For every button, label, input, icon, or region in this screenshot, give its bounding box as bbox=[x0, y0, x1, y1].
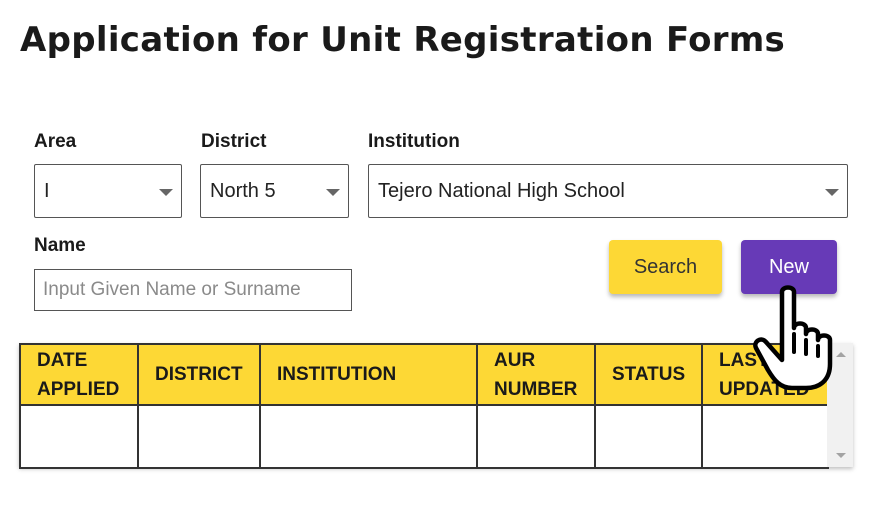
hand-pointer-icon bbox=[753, 285, 833, 391]
district-label: District bbox=[201, 131, 267, 152]
applications-table: DATE APPLIED DISTRICT INSTITUTION AUR NU… bbox=[19, 343, 853, 469]
institution-select[interactable]: Tejero National High School bbox=[368, 164, 848, 218]
district-select-value: North 5 bbox=[210, 179, 276, 202]
chevron-down-icon bbox=[326, 189, 340, 196]
name-search-input[interactable] bbox=[34, 269, 352, 311]
district-select[interactable]: North 5 bbox=[200, 164, 349, 218]
table-cell bbox=[19, 404, 139, 469]
table-row[interactable] bbox=[19, 404, 829, 469]
column-header-institution[interactable]: INSTITUTION bbox=[259, 343, 478, 406]
chevron-down-icon bbox=[159, 189, 173, 196]
institution-label: Institution bbox=[368, 131, 460, 152]
table-cell bbox=[476, 404, 596, 469]
applications-grid: DATE APPLIED DISTRICT INSTITUTION AUR NU… bbox=[19, 343, 829, 469]
table-cell bbox=[594, 404, 703, 469]
column-header-date-applied[interactable]: DATE APPLIED bbox=[19, 343, 139, 406]
table-cell bbox=[137, 404, 261, 469]
table-cell bbox=[701, 404, 829, 469]
area-select[interactable]: I bbox=[34, 164, 182, 218]
area-select-value: I bbox=[44, 179, 50, 202]
scroll-down-arrow-icon[interactable] bbox=[836, 453, 846, 458]
name-label: Name bbox=[34, 235, 86, 256]
chevron-down-icon bbox=[825, 189, 839, 196]
column-header-status[interactable]: STATUS bbox=[594, 343, 703, 406]
area-label: Area bbox=[34, 131, 77, 152]
table-cell bbox=[259, 404, 478, 469]
column-header-aur-number[interactable]: AUR NUMBER bbox=[476, 343, 596, 406]
column-header-district[interactable]: DISTRICT bbox=[137, 343, 261, 406]
page-title: Application for Unit Registration Forms bbox=[20, 20, 786, 60]
institution-select-value: Tejero National High School bbox=[378, 179, 625, 202]
search-button[interactable]: Search bbox=[609, 240, 722, 294]
table-header-row: DATE APPLIED DISTRICT INSTITUTION AUR NU… bbox=[19, 343, 829, 406]
